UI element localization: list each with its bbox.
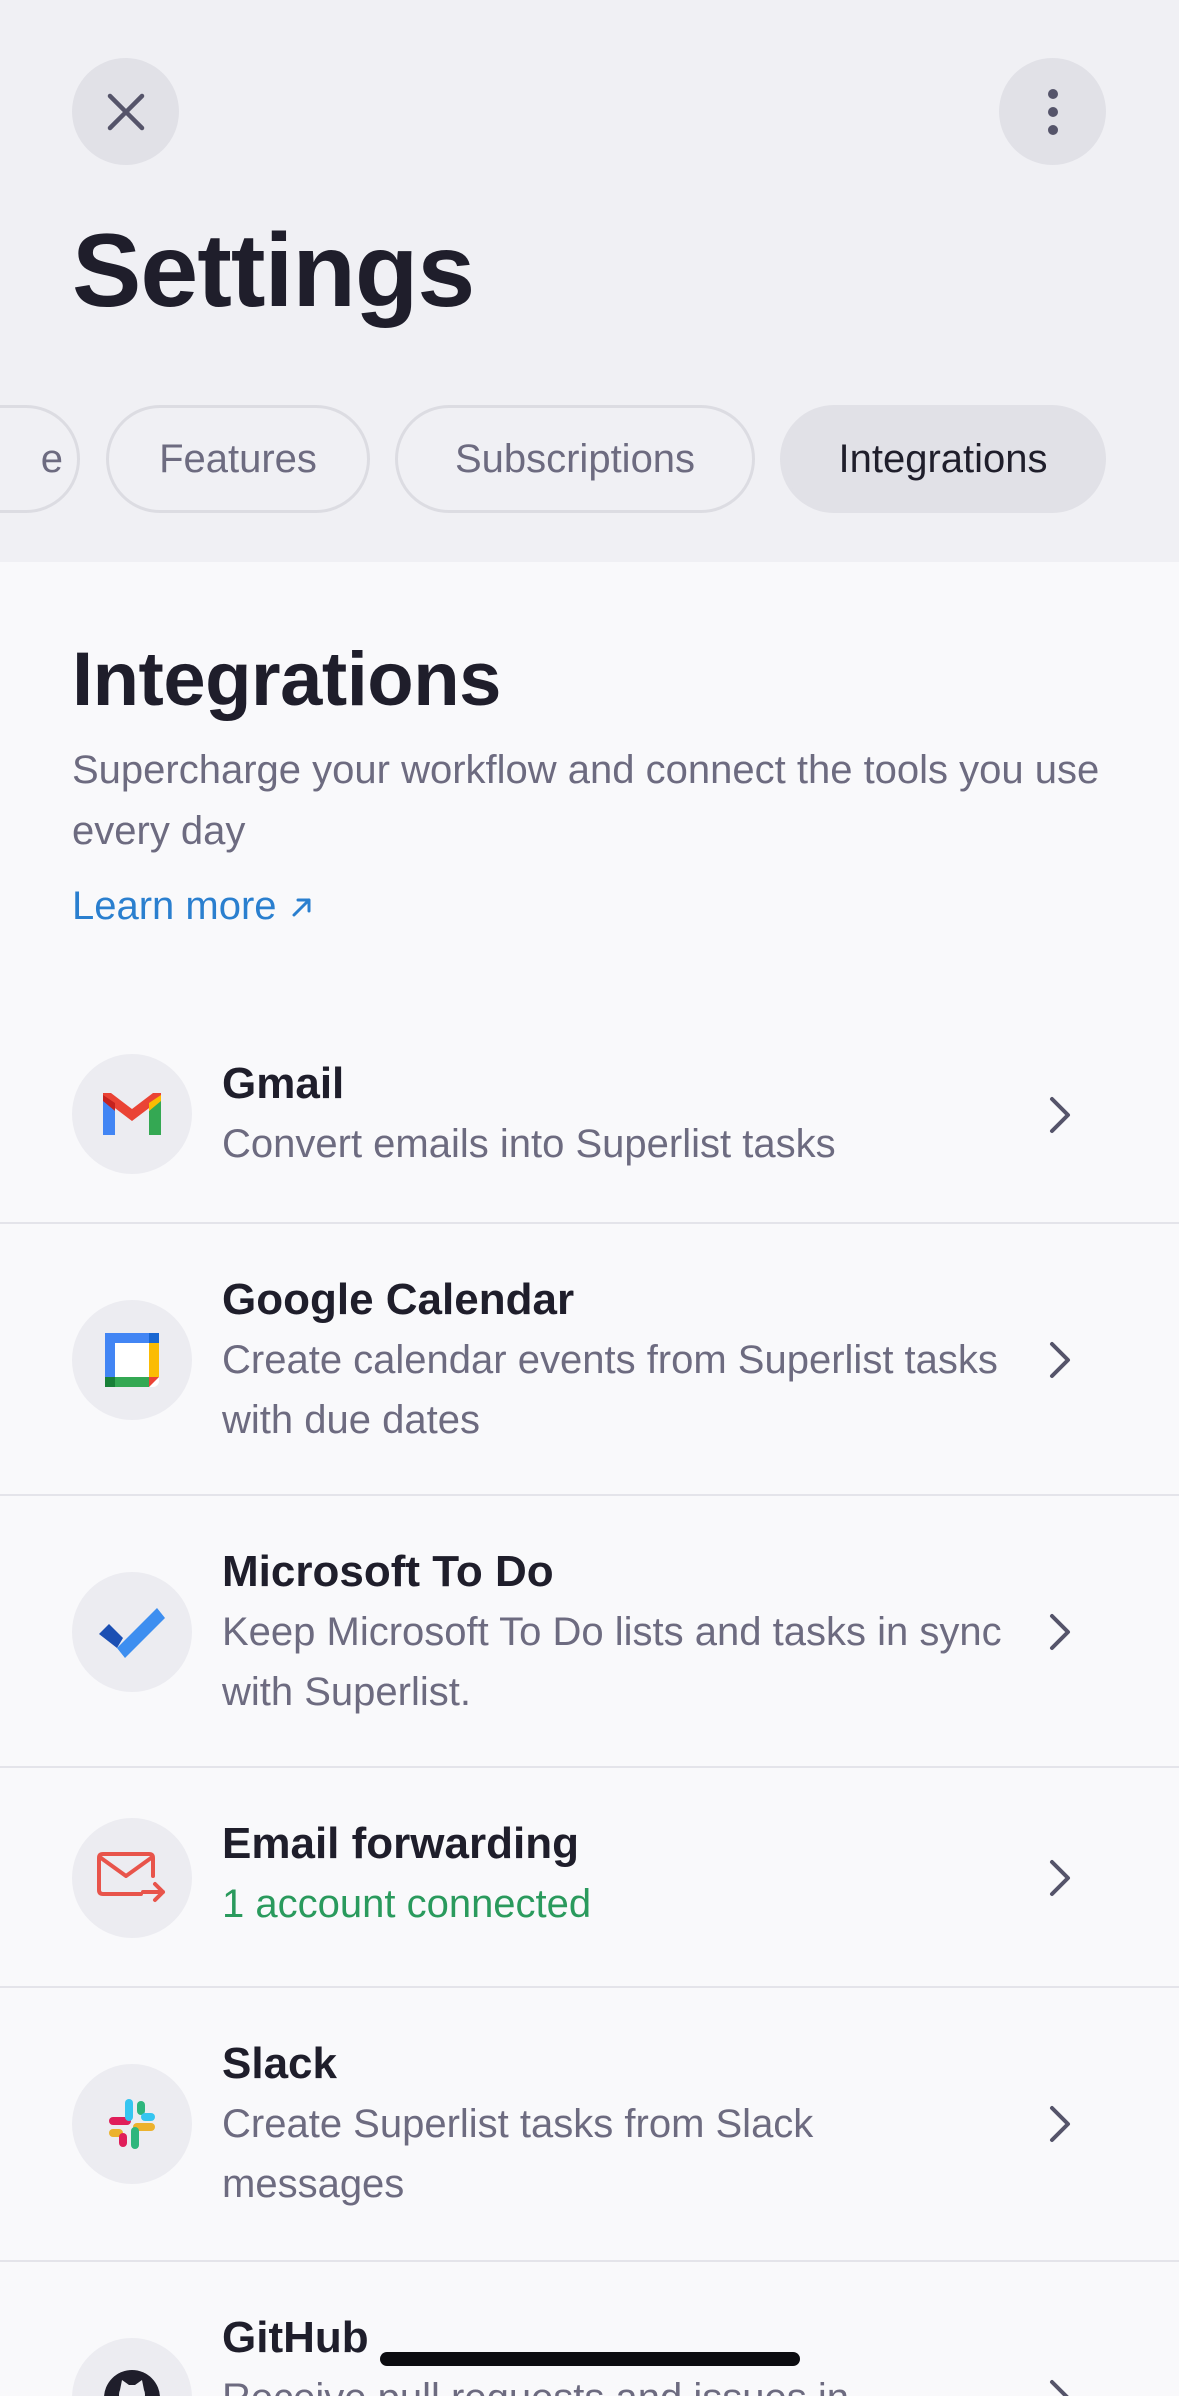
more-options-button[interactable]	[999, 58, 1106, 165]
integration-row-email-forwarding[interactable]: Email forwarding 1 account connected	[0, 1768, 1179, 1988]
learn-more-link[interactable]: Learn more	[72, 884, 315, 929]
settings-screen: Settings e Features Subscriptions Integr…	[0, 0, 1179, 2396]
tab-features[interactable]: Features	[106, 405, 370, 513]
integration-description: Create calendar events from Superlist ta…	[222, 1338, 998, 1442]
google-calendar-icon-badge	[72, 1300, 192, 1420]
github-icon-badge	[72, 2338, 192, 2396]
chevron-right-icon	[1050, 2106, 1070, 2142]
home-indicator	[380, 2352, 800, 2366]
microsoft-todo-icon-badge	[72, 1572, 192, 1692]
integration-name: Google Calendar	[222, 1275, 575, 1324]
chevron-right-icon	[1050, 1614, 1070, 1650]
integration-name: Email forwarding	[222, 1819, 579, 1868]
more-vertical-icon	[1047, 88, 1058, 135]
google-calendar-icon	[105, 1333, 159, 1387]
email-forward-icon-badge	[72, 1818, 192, 1938]
gmail-icon-badge	[72, 1054, 192, 1174]
learn-more-label: Learn more	[72, 884, 277, 928]
chevron-right-icon	[1050, 1342, 1070, 1378]
chevron-right-icon	[1050, 2380, 1069, 2396]
settings-tabs: e Features Subscriptions Integrations	[0, 405, 1179, 515]
integration-row-google-calendar[interactable]: Google Calendar Create calendar events f…	[0, 1224, 1179, 1496]
integration-name: Gmail	[222, 1059, 345, 1108]
section-description: Supercharge your workflow and connect th…	[72, 748, 1100, 853]
integration-row-gmail[interactable]: Gmail Convert emails into Superlist task…	[0, 1000, 1179, 1224]
close-button[interactable]	[72, 58, 179, 165]
chevron-right-icon	[1050, 1860, 1070, 1896]
slack-icon	[109, 2099, 155, 2149]
integration-status: 1 account connected	[222, 1882, 592, 1926]
integration-row-github[interactable]: GitHub Receive pull requests and issues …	[0, 2262, 1179, 2396]
section-title: Integrations	[72, 637, 501, 722]
integration-description: Create Superlist tasks from Slack messag…	[222, 2102, 814, 2206]
arrow-up-right-icon	[292, 898, 311, 916]
settings-header: Settings e Features Subscriptions Integr…	[0, 0, 1179, 562]
close-icon	[107, 93, 144, 130]
tab-partial[interactable]: e	[0, 405, 80, 513]
microsoft-todo-icon	[99, 1608, 165, 1658]
integration-name: Microsoft To Do	[222, 1547, 554, 1596]
slack-icon-badge	[72, 2064, 192, 2184]
github-icon	[104, 2370, 160, 2396]
integration-description: Convert emails into Superlist tasks	[222, 1122, 836, 1166]
integration-name: Slack	[222, 2039, 337, 2088]
integration-row-microsoft-todo[interactable]: Microsoft To Do Keep Microsoft To Do lis…	[0, 1496, 1179, 1768]
tab-integrations[interactable]: Integrations	[780, 405, 1106, 513]
email-forward-icon	[97, 1852, 165, 1902]
integration-row-slack[interactable]: Slack Create Superlist tasks from Slack …	[0, 1988, 1179, 2262]
chevron-right-icon	[1050, 1097, 1070, 1133]
gmail-icon	[103, 1093, 161, 1135]
page-title: Settings	[72, 213, 475, 329]
integration-description: Keep Microsoft To Do lists and tasks in …	[222, 1610, 1002, 1714]
tab-subscriptions[interactable]: Subscriptions	[395, 405, 755, 513]
integration-description: Receive pull requests and issues in	[222, 2368, 1002, 2396]
